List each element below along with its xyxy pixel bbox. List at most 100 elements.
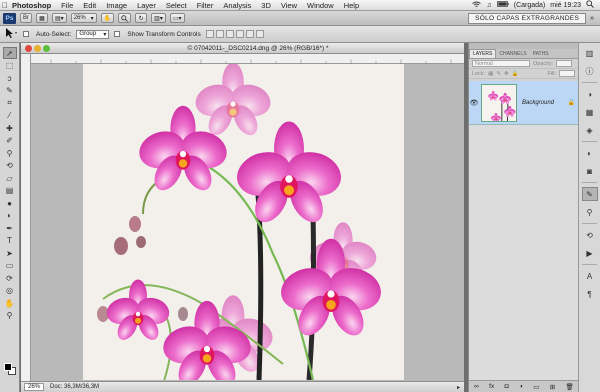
close-window-icon[interactable] — [25, 44, 32, 52]
menu-filter[interactable]: Filter — [192, 1, 219, 10]
trash-icon[interactable]: 🗑 — [566, 383, 574, 391]
brushes-icon[interactable]: ✎ — [581, 187, 598, 201]
eyedropper-tool-icon[interactable]: ⁄ — [3, 110, 17, 122]
history-brush-tool-icon[interactable]: ⟲ — [3, 160, 17, 172]
arrange-documents-button[interactable]: ▥▾ — [151, 13, 166, 23]
menu-image[interactable]: Image — [101, 1, 132, 10]
color-icon[interactable]: ◑ — [582, 87, 598, 101]
hand-tool-button[interactable]: ✋ — [100, 13, 115, 23]
actions-icon[interactable]: ▶ — [582, 246, 598, 260]
status-zoom[interactable]: 26% — [24, 383, 45, 391]
paragraph-icon[interactable]: ¶ — [582, 287, 598, 301]
layer-row-background[interactable]: 👁 Background 🔒 — [469, 81, 579, 125]
adjustment-layer-icon[interactable]: ◑ — [519, 383, 523, 390]
menu-analysis[interactable]: Analysis — [218, 1, 256, 10]
minimize-window-icon[interactable] — [34, 44, 41, 52]
vertical-ruler[interactable] — [21, 54, 31, 384]
tab-channels[interactable]: CHANNELS — [496, 50, 529, 58]
move-tool-icon[interactable]: ➚ — [2, 47, 17, 59]
eraser-tool-icon[interactable]: ▱ — [3, 172, 17, 184]
battery-icon[interactable] — [496, 1, 509, 9]
menu-3d[interactable]: 3D — [256, 1, 276, 10]
tab-layers[interactable]: LAYERS — [469, 49, 497, 58]
zoom-window-icon[interactable] — [43, 44, 50, 52]
canvas-area[interactable] — [31, 64, 464, 380]
expand-arrows-icon[interactable]: » — [590, 15, 594, 22]
clock[interactable]: mié 19:23 — [550, 2, 581, 9]
menu-view[interactable]: View — [276, 1, 302, 10]
menu-help[interactable]: Help — [339, 1, 364, 10]
blend-mode-dropdown[interactable]: Normal — [472, 60, 530, 67]
shape-tool-icon[interactable]: ▭ — [3, 260, 17, 272]
view-extras-button[interactable]: ▤▾ — [52, 13, 67, 23]
mini-bridge-button[interactable]: ▦ — [36, 13, 48, 23]
gradient-tool-icon[interactable]: ▤ — [3, 185, 17, 197]
3d-rotate-tool-icon[interactable]: ⟳ — [3, 272, 17, 284]
foreground-color-swatch[interactable] — [4, 363, 12, 371]
brush-tool-icon[interactable]: ✐ — [3, 135, 17, 147]
menu-app-name[interactable]: Photoshop — [10, 1, 56, 10]
align-top-icon[interactable] — [205, 30, 214, 38]
lasso-tool-icon[interactable]: ↄ — [3, 72, 17, 84]
crop-tool-icon[interactable]: ⌗ — [3, 97, 17, 109]
auto-select-dropdown[interactable]: Group ▾ — [76, 29, 110, 39]
pen-tool-icon[interactable]: ✒ — [3, 222, 17, 234]
new-layer-icon[interactable]: ⊞ — [550, 383, 555, 391]
blur-tool-icon[interactable]: ● — [3, 197, 17, 209]
workspace-switcher[interactable]: SÓLO CAPAS EXTRAGRANDES — [468, 12, 587, 24]
screen-mode-button[interactable]: ▭▾ — [169, 13, 185, 23]
status-doc-size[interactable]: Doc: 36,3M/36,3M — [50, 384, 99, 390]
orchid-photo[interactable] — [83, 64, 404, 380]
lock-position-icon[interactable]: ✥ — [504, 71, 509, 77]
path-select-tool-icon[interactable]: ➤ — [3, 247, 17, 259]
history-icon[interactable]: ⟲ — [582, 228, 598, 242]
menu-file[interactable]: File — [56, 1, 78, 10]
clone-stamp-tool-icon[interactable]: ⚲ — [3, 147, 17, 159]
move-tool-preset-icon[interactable] — [4, 27, 18, 41]
quick-select-tool-icon[interactable]: ✎ — [3, 85, 17, 97]
3d-orbit-tool-icon[interactable]: ◎ — [3, 285, 17, 297]
align-middle-icon[interactable] — [215, 30, 224, 38]
adjustments-icon[interactable]: ◐ — [582, 146, 598, 160]
layers-list-empty-area[interactable] — [469, 125, 579, 380]
spotlight-icon[interactable] — [586, 0, 594, 10]
character-icon[interactable]: A — [582, 269, 598, 283]
hand-tool-icon[interactable]: ✋ — [3, 297, 17, 309]
volume-icon[interactable]: ♫ — [486, 2, 491, 9]
rotate-view-button[interactable]: ↻ — [135, 13, 148, 23]
new-group-icon[interactable]: ▭ — [533, 383, 539, 391]
align-right-icon[interactable] — [255, 30, 264, 38]
horizontal-ruler[interactable] — [31, 54, 464, 64]
lock-pixels-icon[interactable]: ✎ — [496, 71, 501, 77]
opacity-field[interactable] — [556, 60, 573, 67]
swatches-icon[interactable]: ▦ — [582, 105, 598, 119]
lock-transparency-icon[interactable]: ▦ — [488, 71, 493, 77]
healing-brush-tool-icon[interactable]: ✚ — [3, 122, 17, 134]
apple-icon[interactable]:  — [0, 1, 10, 10]
menu-select[interactable]: Select — [161, 1, 192, 10]
align-left-icon[interactable] — [235, 30, 244, 38]
type-tool-icon[interactable]: T — [3, 235, 17, 247]
bridge-button[interactable]: Br — [20, 13, 32, 23]
menu-window[interactable]: Window — [302, 1, 339, 10]
marquee-tool-icon[interactable]: ⬚ — [3, 60, 17, 72]
align-center-icon[interactable] — [245, 30, 254, 38]
styles-icon[interactable]: ◈ — [582, 123, 598, 137]
clone-source-icon[interactable]: ⚲ — [582, 205, 598, 219]
zoom-tool-icon[interactable]: ⚲ — [3, 310, 17, 322]
auto-select-checkbox[interactable] — [23, 30, 31, 38]
menu-edit[interactable]: Edit — [78, 1, 101, 10]
layer-style-icon[interactable]: fx — [489, 383, 494, 390]
show-transform-checkbox[interactable] — [114, 30, 122, 38]
menu-layer[interactable]: Layer — [132, 1, 161, 10]
zoom-level-select[interactable]: 26% ▾ — [70, 13, 97, 23]
histogram-icon[interactable]: ▥ — [582, 46, 598, 60]
wifi-icon[interactable] — [472, 1, 482, 10]
masks-icon[interactable]: ◙ — [582, 164, 598, 178]
align-bottom-icon[interactable] — [225, 30, 234, 38]
add-mask-icon[interactable]: ◘ — [505, 383, 509, 390]
link-layers-icon[interactable]: ∞ — [474, 383, 479, 390]
tab-paths[interactable]: PATHS — [530, 50, 552, 58]
info-icon[interactable]: ⓘ — [582, 64, 598, 78]
fill-field[interactable] — [559, 70, 575, 77]
